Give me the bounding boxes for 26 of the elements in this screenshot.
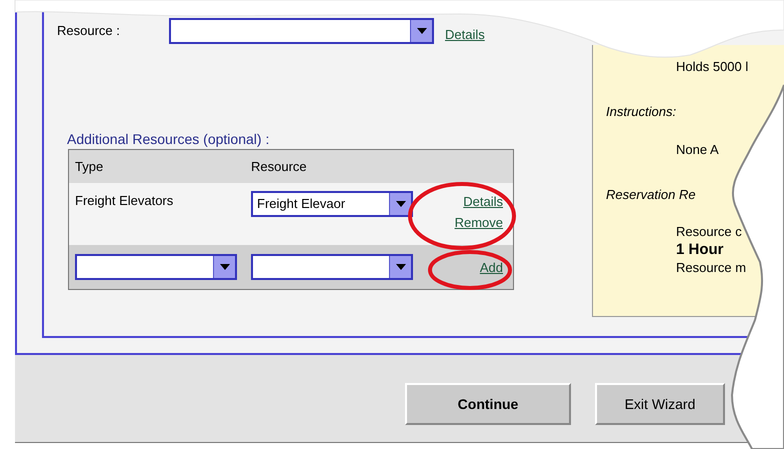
dropdown-arrow-icon	[416, 28, 426, 34]
dropdown-arrow-icon	[396, 264, 406, 270]
exit-button[interactable]: Exit Wizard	[595, 383, 725, 425]
dropdown[interactable]	[169, 18, 434, 44]
details-link[interactable]: Details	[445, 25, 485, 45]
info-heading: Reservation Re	[605, 186, 697, 204]
info-text: 1 Hour	[675, 241, 725, 258]
dropdown[interactable]: Freight Elevaor	[251, 191, 413, 217]
info-text: None A	[675, 140, 720, 158]
dropdown-arrow-icon	[396, 201, 406, 207]
table-cell-text: Freight Elevators	[74, 192, 174, 210]
column-header: Type	[74, 158, 104, 176]
info-text: Resource m	[675, 259, 748, 277]
info-text: Holds 5000 l	[675, 58, 750, 76]
dropdown[interactable]	[75, 254, 237, 280]
info-text: Resource c	[675, 223, 743, 241]
row-link[interactable]: Remove	[454, 212, 503, 233]
column-header: Resource	[251, 158, 308, 176]
row-link[interactable]: Details	[463, 191, 503, 212]
field-label: Resource :	[56, 22, 121, 40]
section-heading: Additional Resources (optional) :	[67, 130, 270, 148]
dropdown[interactable]	[251, 254, 413, 280]
dropdown-arrow-icon	[220, 264, 230, 270]
info-heading: Instructions:	[605, 103, 678, 121]
continue-button[interactable]: Continue	[405, 383, 571, 425]
add-link[interactable]: Add	[480, 256, 503, 278]
